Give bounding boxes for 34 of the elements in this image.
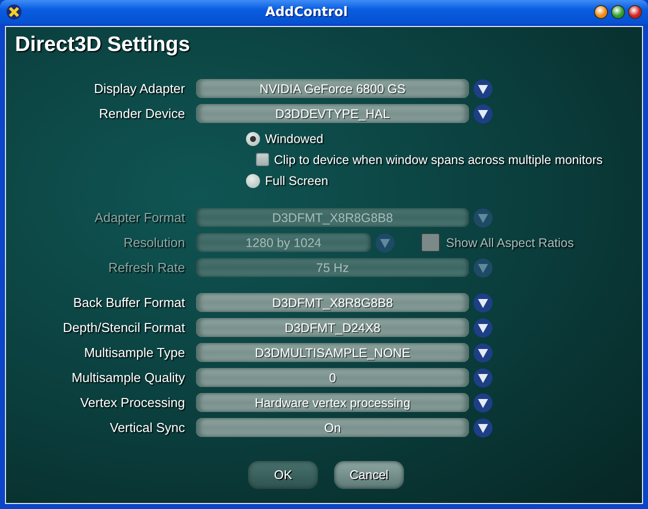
cancel-button[interactable]: Cancel: [334, 461, 404, 489]
dropdown[interactable]: NVIDIA GeForce 6800 GS: [196, 79, 469, 98]
dropdown[interactable]: D3DDEVTYPE_HAL: [196, 104, 469, 123]
field-label: Render Device: [98, 106, 186, 121]
field-label: Refresh Rate: [107, 260, 186, 275]
field-label: Display Adapter: [92, 81, 186, 96]
checkbox-label: Clip to device when window spans across multiple monitors: [274, 152, 603, 166]
radio-button[interactable]: [246, 174, 260, 188]
field-label: Resolution: [122, 235, 186, 250]
dropdown[interactable]: D3DMULTISAMPLE_NONE: [196, 343, 469, 362]
field-label: Multisample Type: [83, 345, 186, 360]
radio-button[interactable]: [246, 132, 260, 146]
close-button[interactable]: [628, 5, 642, 19]
dropdown[interactable]: 0: [196, 368, 469, 387]
dropdown[interactable]: D3DFMT_X8R8G8B8: [196, 293, 469, 312]
field-label: Vertex Processing: [79, 395, 186, 410]
minimize-button[interactable]: [594, 5, 608, 19]
maximize-button[interactable]: [611, 5, 625, 19]
field-label: Back Buffer Format: [72, 295, 186, 310]
ok-button[interactable]: OK: [248, 461, 318, 489]
window-title: AddControl: [264, 4, 349, 20]
field-label: Adapter Format: [94, 210, 186, 225]
field-label: Depth/Stencil Format: [62, 320, 186, 335]
dialog-heading: Direct3D Settings: [15, 33, 192, 58]
field-label: Vertical Sync: [108, 420, 186, 435]
dropdown[interactable]: Hardware vertex processing: [196, 393, 469, 412]
radio-label: Full Screen: [265, 174, 328, 188]
field-label: Multisample Quality: [70, 370, 186, 385]
checkbox[interactable]: [256, 153, 269, 166]
radio-label: Windowed: [265, 132, 324, 146]
checkbox-label: Show All Aspect Ratios: [446, 236, 574, 250]
dropdown[interactable]: On: [196, 418, 469, 437]
dropdown[interactable]: D3DFMT_D24X8: [196, 318, 469, 337]
app-icon: [6, 4, 22, 20]
